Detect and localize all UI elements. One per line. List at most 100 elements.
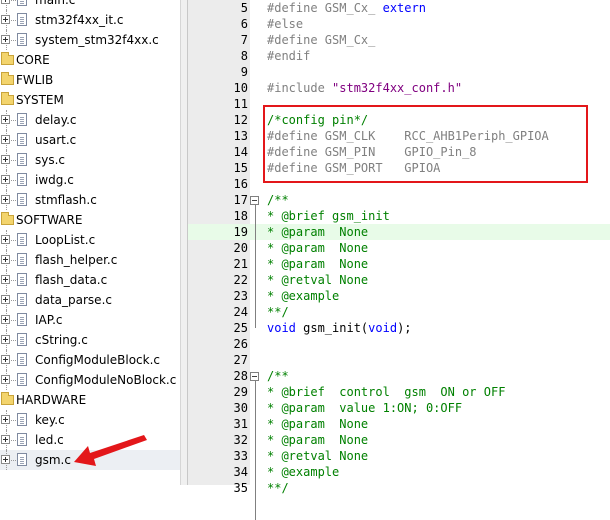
line-number: 22 — [233, 273, 248, 287]
expand-icon[interactable] — [1, 35, 10, 44]
code-token: * @param None — [267, 225, 369, 239]
expand-icon[interactable] — [1, 155, 10, 164]
c-file-icon — [17, 313, 27, 326]
folder-icon[interactable] — [1, 92, 14, 105]
tree-file-item[interactable]: data_parse.c — [0, 290, 180, 310]
fold-guide-line — [255, 381, 256, 520]
tree-file-item[interactable]: sys.c — [0, 150, 180, 170]
expand-icon[interactable] — [1, 255, 10, 264]
tree-group[interactable]: CORE — [0, 50, 180, 70]
fold-collapse-icon[interactable] — [250, 372, 259, 381]
code-text: /** — [267, 368, 289, 384]
expand-icon[interactable] — [1, 415, 10, 424]
code-line[interactable]: 8 #endif — [188, 48, 610, 64]
code-token: /** — [267, 369, 289, 383]
code-line[interactable]: 19 * @param None — [188, 224, 610, 240]
tree-file-item[interactable]: stm32f4xx_it.c — [0, 10, 180, 30]
expand-icon[interactable] — [1, 15, 10, 24]
code-line[interactable]: 22 * @retval None — [188, 272, 610, 288]
expand-icon[interactable] — [1, 295, 10, 304]
line-number: 14 — [233, 145, 248, 159]
expand-icon[interactable] — [1, 195, 10, 204]
tree-file-item[interactable]: IAP.c — [0, 310, 180, 330]
tree-group[interactable]: SYSTEM — [0, 90, 180, 110]
code-token: * @retval None — [267, 449, 369, 463]
expand-icon[interactable] — [1, 275, 10, 284]
folder-icon[interactable] — [1, 212, 14, 225]
folder-icon[interactable] — [1, 52, 14, 65]
expand-icon[interactable] — [1, 115, 10, 124]
code-line[interactable]: 30 * @param value 1:ON; 0:OFF — [188, 400, 610, 416]
code-line[interactable]: 5 #define GSM_Cx_ extern — [188, 0, 610, 16]
code-text: * @example — [267, 288, 339, 304]
tree-file-item[interactable]: flash_data.c — [0, 270, 180, 290]
tree-file-item[interactable]: cString.c — [0, 330, 180, 350]
expand-icon[interactable] — [1, 315, 10, 324]
tree-group[interactable]: HARDWARE — [0, 390, 180, 410]
code-line[interactable]: 18 * @brief gsm_init — [188, 208, 610, 224]
code-line[interactable]: 34 * @example — [188, 464, 610, 480]
code-line[interactable]: 23 * @example — [188, 288, 610, 304]
tree-file-item[interactable]: stmflash.c — [0, 190, 180, 210]
expand-icon[interactable] — [1, 455, 10, 464]
tree-file-item[interactable]: ConfigModuleNoBlock.c — [0, 370, 180, 390]
code-line[interactable]: 25 void gsm_init(void); — [188, 320, 610, 336]
folder-icon[interactable] — [1, 72, 14, 85]
code-line[interactable]: 10 #include "stm32f4xx_conf.h" — [188, 80, 610, 96]
code-line[interactable]: 33 * @retval None — [188, 448, 610, 464]
tree-item-label: key.c — [35, 413, 65, 427]
code-line[interactable]: 27 — [188, 352, 610, 368]
tree-file-item[interactable]: key.c — [0, 410, 180, 430]
code-line[interactable]: 6 #else — [188, 16, 610, 32]
code-line[interactable]: 32 * @param None — [188, 432, 610, 448]
code-line[interactable]: 31 * @param None — [188, 416, 610, 432]
c-file-icon — [17, 253, 27, 266]
code-line[interactable]: 21 * @param None — [188, 256, 610, 272]
c-file-icon — [17, 153, 27, 166]
expand-icon[interactable] — [1, 335, 10, 344]
code-token: * @retval None — [267, 273, 369, 287]
project-tree[interactable]: main.c stm32f4xx_it.c system_stm32f4xx.c CO… — [0, 0, 180, 485]
tree-file-item[interactable]: usart.c — [0, 130, 180, 150]
tree-item-label: cString.c — [35, 333, 88, 347]
c-file-icon — [17, 453, 27, 466]
line-number: 9 — [240, 65, 248, 79]
c-file-icon — [17, 173, 27, 186]
expand-icon[interactable] — [1, 435, 10, 444]
expand-icon[interactable] — [1, 355, 10, 364]
code-line[interactable]: 35 **/ — [188, 480, 610, 496]
fold-collapse-icon[interactable] — [250, 196, 259, 205]
tree-file-item[interactable]: LoopList.c — [0, 230, 180, 250]
code-line[interactable]: 26 — [188, 336, 610, 352]
code-line[interactable]: 24 **/ — [188, 304, 610, 320]
code-line[interactable]: 29 * @brief control gsm ON or OFF — [188, 384, 610, 400]
line-number: 31 — [233, 417, 248, 431]
tree-file-item[interactable]: main.c — [0, 0, 180, 10]
expand-icon[interactable] — [1, 375, 10, 384]
line-number: 10 — [233, 81, 248, 95]
folder-icon[interactable] — [1, 392, 14, 405]
code-text: * @param None — [267, 224, 368, 240]
code-line[interactable]: 20 * @param None — [188, 240, 610, 256]
expand-icon[interactable] — [1, 0, 10, 4]
tree-file-item[interactable]: flash_helper.c — [0, 250, 180, 270]
tree-group[interactable]: SOFTWARE — [0, 210, 180, 230]
expand-icon[interactable] — [1, 135, 10, 144]
c-file-icon — [17, 13, 27, 26]
tree-file-item[interactable]: ConfigModuleBlock.c — [0, 350, 180, 370]
line-number: 15 — [233, 161, 248, 175]
tree-file-item[interactable]: delay.c — [0, 110, 180, 130]
pane-splitter[interactable] — [180, 0, 188, 485]
code-text: #endif — [267, 48, 310, 64]
expand-icon[interactable] — [1, 175, 10, 184]
code-line[interactable]: 7 #define GSM_Cx_ — [188, 32, 610, 48]
code-text: * @brief gsm_init — [267, 208, 390, 224]
tree-file-item[interactable]: iwdg.c — [0, 170, 180, 190]
expand-icon[interactable] — [1, 235, 10, 244]
tree-file-item[interactable]: system_stm32f4xx.c — [0, 30, 180, 50]
tree-group[interactable]: FWLIB — [0, 70, 180, 90]
line-number: 11 — [233, 97, 248, 111]
code-text: * @param None — [267, 240, 368, 256]
code-line[interactable]: 9 — [188, 64, 610, 80]
tree-item-label: FWLIB — [16, 73, 54, 87]
